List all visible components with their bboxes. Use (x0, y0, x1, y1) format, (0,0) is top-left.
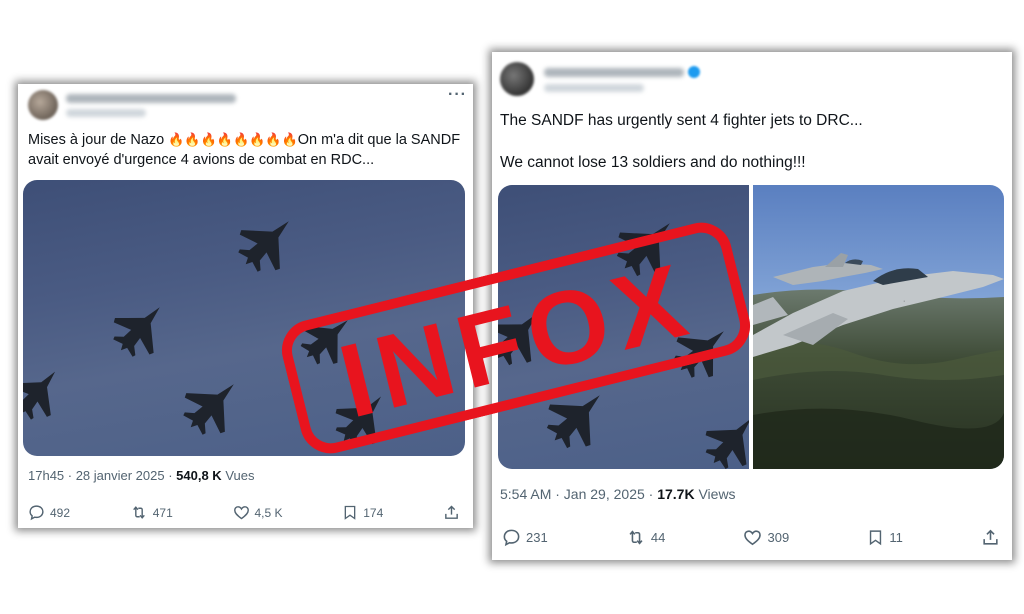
author-info (66, 93, 236, 117)
jet (290, 301, 365, 376)
reply-icon (503, 529, 520, 547)
avatar[interactable] (28, 90, 58, 120)
like-count: 309 (767, 530, 790, 545)
tweet-text-part: On m'a dit que la SANDF (297, 132, 461, 148)
tweet-media-image[interactable] (23, 180, 465, 456)
bookmark-icon (344, 505, 356, 520)
tweet-header (28, 90, 236, 120)
reply-button[interactable]: 492 (28, 504, 70, 521)
like-icon (744, 530, 762, 546)
fighter-jets-silhouettes (498, 202, 749, 469)
reply-count: 492 (50, 505, 71, 520)
share-button[interactable] (981, 528, 1000, 547)
reply-count: 231 (526, 530, 548, 545)
tweet-media-grid: · (498, 185, 1004, 469)
fighter-jets-silhouettes (23, 201, 401, 456)
repost-count: 471 (152, 505, 173, 520)
repost-button[interactable]: 471 (130, 504, 173, 521)
tweet-text: Mises à jour de Nazo 🔥🔥🔥🔥🔥🔥🔥🔥On m'a dit … (28, 130, 468, 170)
tweet-actions: 231 44 309 11 (502, 528, 1000, 547)
like-button[interactable]: 309 (743, 528, 789, 547)
tweet-text-line-2: We cannot lose 13 soldiers and do nothin… (500, 154, 806, 171)
timestamp[interactable]: 17h45 · 28 janvier 2025 · (28, 468, 176, 483)
bookmark-count: 174 (363, 505, 384, 520)
jet (663, 311, 742, 390)
repost-button[interactable]: 44 (626, 528, 665, 547)
tweet-text: The SANDF has urgently sent 4 fighter je… (500, 110, 863, 173)
more-icon[interactable]: ··· (448, 86, 467, 104)
jet (171, 364, 254, 447)
author-info (544, 66, 700, 92)
tweet-text-line-1: Mises à jour de Nazo 🔥🔥🔥🔥🔥🔥🔥🔥On m'a dit … (28, 130, 468, 150)
jet (498, 294, 558, 377)
tweet-media-image-1[interactable] (498, 185, 749, 469)
tweet-card-english[interactable]: The SANDF has urgently sent 4 fighter je… (492, 52, 1012, 560)
jet (323, 379, 401, 456)
jet (604, 202, 691, 289)
like-count: 4,5 K (254, 505, 283, 520)
share-icon (983, 529, 998, 545)
author-name-row (544, 66, 700, 78)
like-button[interactable]: 4,5 K (233, 504, 283, 521)
jet (693, 401, 749, 469)
tweet-text-spacer (500, 131, 863, 152)
reply-button[interactable]: 231 (502, 528, 548, 547)
verified-icon (688, 66, 700, 78)
jet-marking: · (903, 298, 905, 305)
tweet-media-image-2[interactable]: · (753, 185, 1004, 469)
like-icon (233, 506, 249, 520)
jet (226, 201, 309, 284)
fire-emojis: 🔥🔥🔥🔥🔥🔥🔥🔥 (168, 132, 298, 147)
bookmark-button[interactable]: 11 (867, 528, 903, 547)
tweet-header (500, 62, 700, 96)
tweet-text-part: Mises à jour de Nazo (28, 132, 169, 148)
tweet-timestamp-views: 17h45 · 28 janvier 2025 · 540,8 K Vues (28, 468, 254, 483)
avatar[interactable] (500, 62, 534, 96)
repost-icon (132, 506, 145, 519)
timestamp[interactable]: 5:54 AM · Jan 29, 2025 · (500, 486, 657, 502)
views-count: 540,8 K (176, 468, 222, 483)
bookmark-count: 11 (889, 530, 903, 545)
share-icon (445, 505, 458, 519)
bookmark-button[interactable]: 174 (342, 504, 383, 521)
bookmark-icon (870, 530, 882, 546)
jet (23, 355, 75, 430)
tweet-card-french[interactable]: ··· Mises à jour de Nazo 🔥🔥🔥🔥🔥🔥🔥🔥On m'a … (18, 84, 473, 528)
reply-icon (29, 505, 44, 521)
jet (101, 289, 180, 368)
tweet-text-line-1: The SANDF has urgently sent 4 fighter je… (500, 112, 863, 129)
tweet-timestamp-views: 5:54 AM · Jan 29, 2025 · 17.7K Views (500, 486, 736, 502)
views-count: 17.7K (657, 486, 695, 502)
repost-count: 44 (650, 530, 666, 545)
gripen-jets-over-landscape: · (753, 185, 1004, 469)
views-label: Views (694, 486, 736, 502)
author-handle-redacted (66, 108, 146, 117)
share-button[interactable] (443, 504, 460, 521)
repost-icon (629, 530, 643, 545)
author-name-redacted[interactable] (544, 67, 684, 77)
views-label: Vues (221, 468, 255, 483)
tweet-text-line-2: avait envoyé d'urgence 4 avions de comba… (28, 152, 375, 168)
author-name-redacted[interactable] (66, 93, 236, 103)
author-handle-redacted (544, 84, 644, 92)
jet (534, 374, 621, 461)
tweet-actions: 492 471 4,5 K 174 (28, 504, 460, 521)
